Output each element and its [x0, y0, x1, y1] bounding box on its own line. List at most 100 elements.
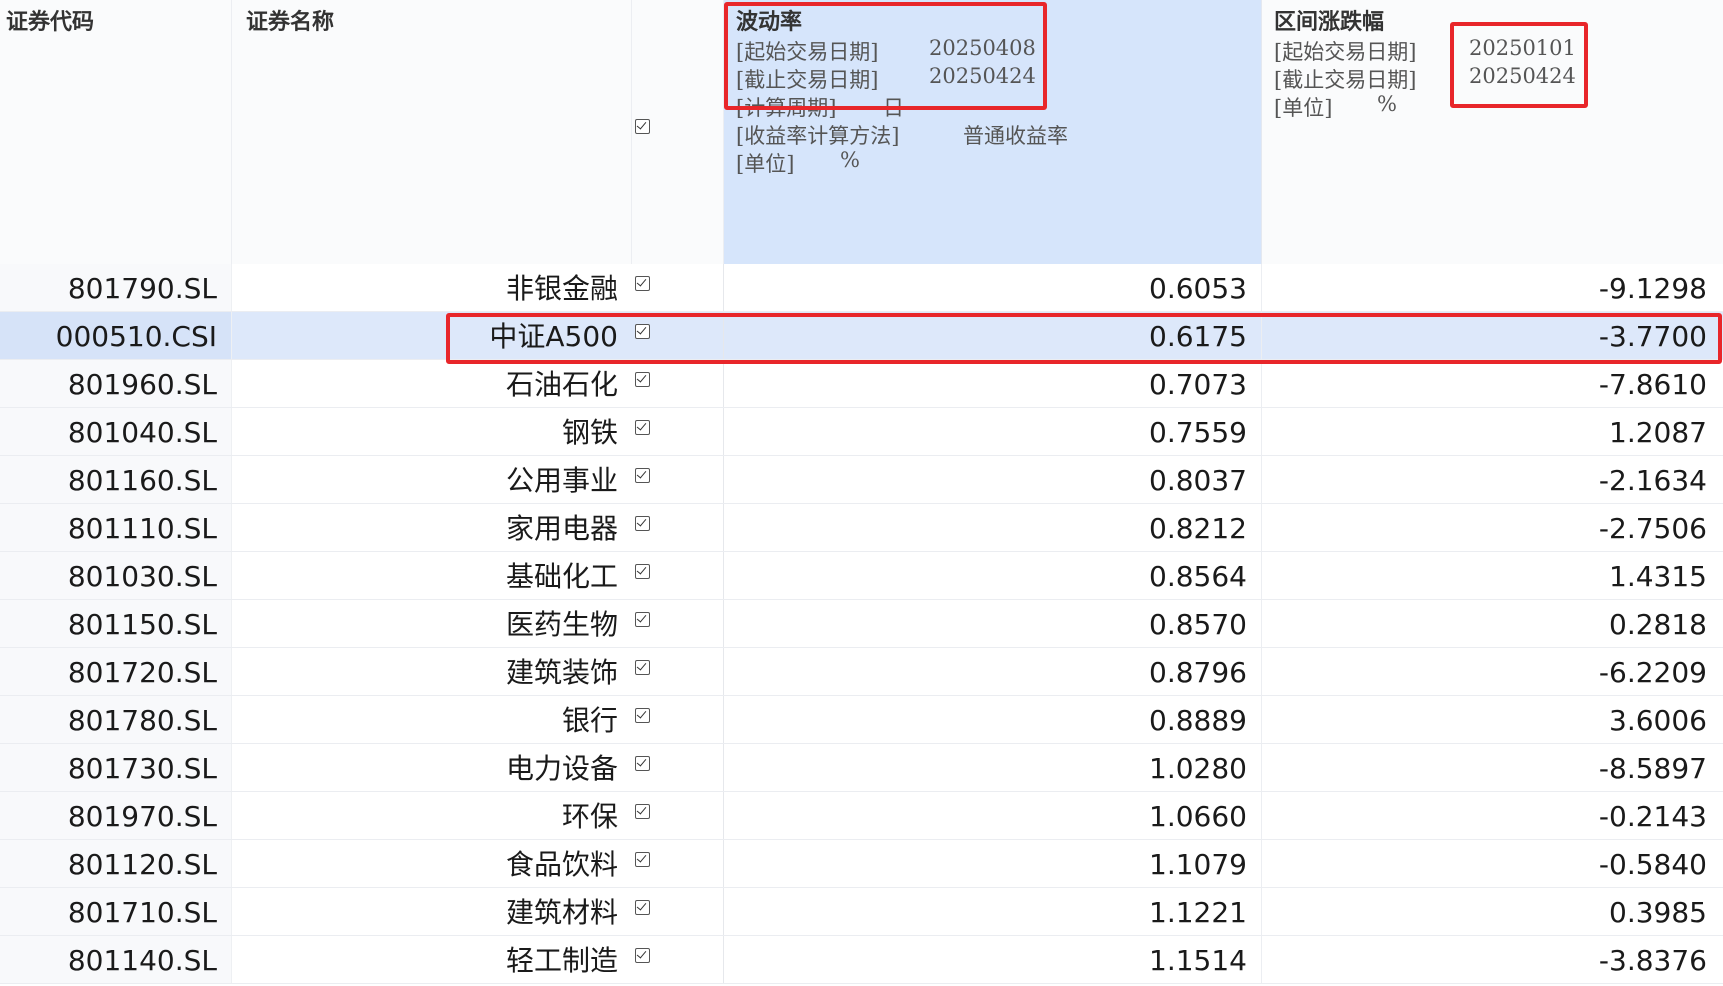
- row-checkbox[interactable]: [635, 420, 650, 435]
- security-code-cell[interactable]: 801720.SL: [0, 648, 232, 695]
- range-change-cell[interactable]: -7.8610: [1262, 360, 1723, 407]
- row-select-cell[interactable]: [632, 744, 724, 791]
- column-header-name[interactable]: 证券名称: [232, 0, 632, 264]
- volatility-cell[interactable]: 1.1514: [724, 936, 1262, 983]
- row-checkbox[interactable]: [635, 708, 650, 723]
- security-name-cell[interactable]: 石油石化: [232, 360, 632, 407]
- table-row[interactable]: 801790.SL 非银金融 0.6053 -9.1298: [0, 264, 1723, 312]
- table-row[interactable]: 801120.SL 食品饮料 1.1079 -0.5840: [0, 840, 1723, 888]
- security-code-cell[interactable]: 801110.SL: [0, 504, 232, 551]
- security-code-cell[interactable]: 000510.CSI: [0, 312, 232, 359]
- range-change-cell[interactable]: -6.2209: [1262, 648, 1723, 695]
- row-checkbox[interactable]: [635, 804, 650, 819]
- column-header-code[interactable]: 证券代码: [0, 0, 232, 264]
- table-row[interactable]: 801140.SL 轻工制造 1.1514 -3.8376: [0, 936, 1723, 984]
- security-name-cell[interactable]: 建筑装饰: [232, 648, 632, 695]
- security-code-cell[interactable]: 801780.SL: [0, 696, 232, 743]
- volatility-cell[interactable]: 1.0280: [724, 744, 1262, 791]
- security-code-cell[interactable]: 801710.SL: [0, 888, 232, 935]
- table-row[interactable]: 801970.SL 环保 1.0660 -0.2143: [0, 792, 1723, 840]
- table-row[interactable]: 801960.SL 石油石化 0.7073 -7.8610: [0, 360, 1723, 408]
- column-header-volatility[interactable]: 波动率 [起始交易日期] 20250408 [截止交易日期] 20250424 [计算周…: [724, 0, 1262, 264]
- row-select-cell[interactable]: [632, 552, 724, 599]
- range-change-cell[interactable]: -0.2143: [1262, 792, 1723, 839]
- security-code-cell[interactable]: 801960.SL: [0, 360, 232, 407]
- security-code-cell[interactable]: 801140.SL: [0, 936, 232, 983]
- volatility-cell[interactable]: 0.8889: [724, 696, 1262, 743]
- row-checkbox[interactable]: [635, 276, 650, 291]
- row-select-cell[interactable]: [632, 888, 724, 935]
- row-checkbox[interactable]: [635, 612, 650, 627]
- row-select-cell[interactable]: [632, 312, 724, 359]
- security-code-cell[interactable]: 801160.SL: [0, 456, 232, 503]
- security-code-cell[interactable]: 801970.SL: [0, 792, 232, 839]
- security-name-cell[interactable]: 环保: [232, 792, 632, 839]
- range-change-cell[interactable]: 0.3985: [1262, 888, 1723, 935]
- volatility-cell[interactable]: 0.8570: [724, 600, 1262, 647]
- row-select-cell[interactable]: [632, 504, 724, 551]
- table-row[interactable]: 801160.SL 公用事业 0.8037 -2.1634: [0, 456, 1723, 504]
- range-change-cell[interactable]: 1.4315: [1262, 552, 1723, 599]
- row-select-cell[interactable]: [632, 696, 724, 743]
- table-row[interactable]: 801040.SL 钢铁 0.7559 1.2087: [0, 408, 1723, 456]
- security-name-cell[interactable]: 电力设备: [232, 744, 632, 791]
- row-select-cell[interactable]: [632, 600, 724, 647]
- security-name-cell[interactable]: 非银金融: [232, 264, 632, 311]
- security-name-cell[interactable]: 中证A500: [232, 312, 632, 359]
- security-name-cell[interactable]: 医药生物: [232, 600, 632, 647]
- volatility-cell[interactable]: 0.6053: [724, 264, 1262, 311]
- row-select-cell[interactable]: [632, 648, 724, 695]
- security-name-cell[interactable]: 基础化工: [232, 552, 632, 599]
- row-checkbox[interactable]: [635, 324, 650, 339]
- range-change-cell[interactable]: 3.6006: [1262, 696, 1723, 743]
- column-header-select-all[interactable]: [632, 0, 724, 264]
- security-code-cell[interactable]: 801030.SL: [0, 552, 232, 599]
- table-row[interactable]: 801710.SL 建筑材料 1.1221 0.3985: [0, 888, 1723, 936]
- security-code-cell[interactable]: 801790.SL: [0, 264, 232, 311]
- row-checkbox[interactable]: [635, 948, 650, 963]
- row-checkbox[interactable]: [635, 468, 650, 483]
- row-checkbox[interactable]: [635, 852, 650, 867]
- range-change-cell[interactable]: -0.5840: [1262, 840, 1723, 887]
- row-select-cell[interactable]: [632, 456, 724, 503]
- row-select-cell[interactable]: [632, 792, 724, 839]
- select-all-checkbox[interactable]: [635, 119, 650, 134]
- range-change-cell[interactable]: -3.7700: [1262, 312, 1723, 359]
- row-select-cell[interactable]: [632, 408, 724, 455]
- security-name-cell[interactable]: 食品饮料: [232, 840, 632, 887]
- range-change-cell[interactable]: 1.2087: [1262, 408, 1723, 455]
- row-checkbox[interactable]: [635, 900, 650, 915]
- range-change-cell[interactable]: -8.5897: [1262, 744, 1723, 791]
- range-change-cell[interactable]: -2.7506: [1262, 504, 1723, 551]
- volatility-cell[interactable]: 0.6175: [724, 312, 1262, 359]
- volatility-cell[interactable]: 1.1079: [724, 840, 1262, 887]
- volatility-cell[interactable]: 0.8037: [724, 456, 1262, 503]
- row-select-cell[interactable]: [632, 840, 724, 887]
- security-code-cell[interactable]: 801730.SL: [0, 744, 232, 791]
- volatility-cell[interactable]: 0.8212: [724, 504, 1262, 551]
- security-name-cell[interactable]: 建筑材料: [232, 888, 632, 935]
- row-checkbox[interactable]: [635, 660, 650, 675]
- table-row[interactable]: 801030.SL 基础化工 0.8564 1.4315: [0, 552, 1723, 600]
- table-row[interactable]: 801110.SL 家用电器 0.8212 -2.7506: [0, 504, 1723, 552]
- volatility-cell[interactable]: 0.8564: [724, 552, 1262, 599]
- table-row[interactable]: 801150.SL 医药生物 0.8570 0.2818: [0, 600, 1723, 648]
- security-name-cell[interactable]: 钢铁: [232, 408, 632, 455]
- row-select-cell[interactable]: [632, 936, 724, 983]
- volatility-cell[interactable]: 0.7073: [724, 360, 1262, 407]
- volatility-cell[interactable]: 1.1221: [724, 888, 1262, 935]
- row-checkbox[interactable]: [635, 756, 650, 771]
- volatility-cell[interactable]: 0.7559: [724, 408, 1262, 455]
- row-checkbox[interactable]: [635, 564, 650, 579]
- security-code-cell[interactable]: 801040.SL: [0, 408, 232, 455]
- row-checkbox[interactable]: [635, 516, 650, 531]
- range-change-cell[interactable]: 0.2818: [1262, 600, 1723, 647]
- security-code-cell[interactable]: 801120.SL: [0, 840, 232, 887]
- security-name-cell[interactable]: 银行: [232, 696, 632, 743]
- table-row[interactable]: 801780.SL 银行 0.8889 3.6006: [0, 696, 1723, 744]
- row-checkbox[interactable]: [635, 372, 650, 387]
- row-select-cell[interactable]: [632, 264, 724, 311]
- volatility-cell[interactable]: 0.8796: [724, 648, 1262, 695]
- security-name-cell[interactable]: 轻工制造: [232, 936, 632, 983]
- column-header-range-change[interactable]: 区间涨跌幅 [起始交易日期] 20250101 [截止交易日期] 20250424 [单…: [1262, 0, 1723, 264]
